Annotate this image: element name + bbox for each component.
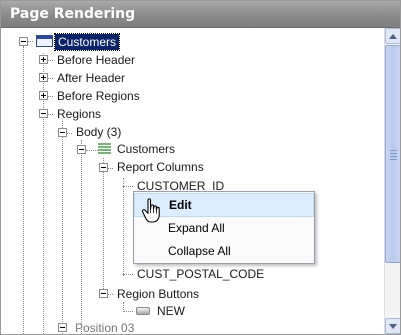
tree-line	[81, 140, 82, 334]
collapse-icon[interactable]	[19, 37, 28, 46]
tree-line	[123, 274, 133, 275]
report-icon	[98, 143, 111, 154]
menu-item-collapse-all[interactable]: Collapse All	[134, 240, 314, 263]
tree-node-before-regions[interactable]: Before Regions	[57, 87, 140, 105]
tree-line	[103, 158, 104, 293]
expand-icon[interactable]	[39, 55, 48, 64]
tree-node-position03[interactable]: Position 03	[75, 319, 134, 334]
grip-line	[390, 156, 397, 157]
tree-node-report-columns[interactable]: Report Columns	[117, 158, 204, 176]
panel-header: Page Rendering	[1, 1, 400, 28]
tree-node-column[interactable]: CUST_POSTAL_CODE	[137, 265, 264, 283]
arrow-down-icon	[389, 324, 397, 329]
tree-node-before-header[interactable]: Before Header	[57, 51, 135, 69]
vertical-scrollbar[interactable]	[384, 28, 400, 334]
tree-node-customers-report[interactable]: Customers	[117, 140, 175, 158]
collapse-icon[interactable]	[99, 163, 108, 172]
tree-node-body[interactable]: Body (3)	[76, 123, 121, 141]
collapse-icon[interactable]	[58, 323, 67, 332]
tree-node-regions[interactable]: Regions	[57, 105, 101, 123]
tree-node-region-buttons[interactable]: Region Buttons	[117, 285, 199, 303]
page-rendering-panel: Page Rendering Customers Before Header A…	[0, 0, 401, 335]
collapse-icon[interactable]	[99, 289, 108, 298]
tree-node-customers-page[interactable]: Customers	[53, 33, 121, 51]
page-tree[interactable]: Customers Before Header After Header Bef…	[1, 28, 384, 334]
tree-line	[123, 311, 133, 312]
expand-icon[interactable]	[39, 91, 48, 100]
tree-line	[23, 46, 24, 334]
button-icon	[136, 307, 150, 315]
tree-line	[123, 186, 133, 187]
scroll-thumb[interactable]	[385, 45, 400, 263]
scroll-down-button[interactable]	[385, 318, 400, 334]
expand-icon[interactable]	[39, 73, 48, 82]
tree-node-new-button[interactable]: NEW	[157, 302, 185, 320]
tree-line	[62, 121, 63, 334]
tree-line	[123, 178, 124, 276]
panel-title: Page Rendering	[10, 6, 136, 22]
arrow-up-icon	[389, 34, 397, 39]
hand-cursor-icon	[141, 198, 160, 223]
grip-line	[390, 159, 397, 160]
collapse-icon[interactable]	[39, 109, 48, 118]
tree-node-after-header[interactable]: After Header	[57, 69, 125, 87]
scroll-up-button[interactable]	[385, 28, 400, 44]
grip-line	[390, 153, 397, 154]
grip-line	[390, 150, 397, 151]
page-icon	[36, 35, 53, 47]
collapse-icon[interactable]	[58, 128, 67, 137]
collapse-icon[interactable]	[77, 145, 86, 154]
